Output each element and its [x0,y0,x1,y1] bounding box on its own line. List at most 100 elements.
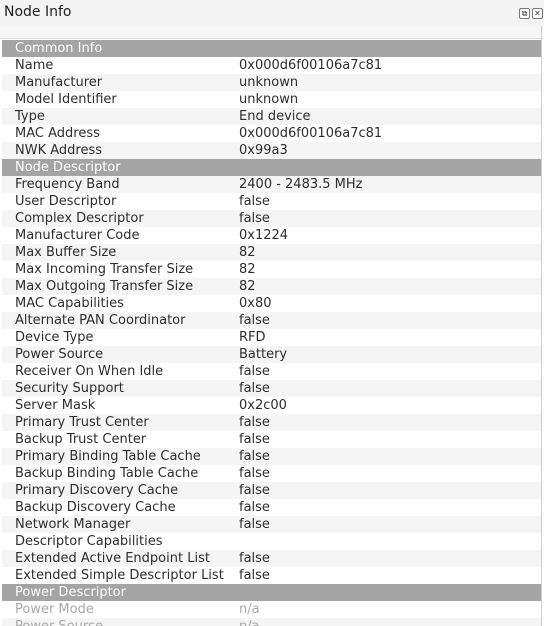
property-name: Primary Discovery Cache [15,483,179,498]
property-name: Security Support [15,381,124,396]
property-value: n/a [239,618,260,626]
property-value: false [239,415,270,430]
property-value: false [239,211,270,226]
property-row[interactable]: Max Outgoing Transfer Size 82 [2,278,541,295]
property-name: Backup Discovery Cache [15,500,176,515]
property-row[interactable]: Receiver On When Idle false [2,363,541,380]
node-info-tree: Common Info Name 0x000d6f00106a7c81 Manufac… [2,40,541,626]
property-row[interactable]: Alternate PAN Coordinator false [2,312,541,329]
property-name: Server Mask [15,398,96,413]
property-row[interactable]: Power Source Battery [2,346,541,363]
property-row[interactable]: Power Source n/a [2,618,541,626]
property-name: Primary Trust Center [15,415,149,430]
section-header[interactable]: Power Descriptor [2,584,541,601]
property-row[interactable]: Primary Discovery Cache false [2,482,541,499]
property-value: false [239,500,270,515]
property-value: n/a [239,602,260,617]
property-row[interactable]: Security Support false [2,380,541,397]
property-name: Primary Binding Table Cache [15,449,201,464]
property-name: Power Source [15,618,103,626]
property-row[interactable]: MAC Address 0x000d6f00106a7c81 [2,125,541,142]
property-value: false [239,432,270,447]
property-row[interactable]: Extended Simple Descriptor List false [2,567,541,584]
property-name: Name [15,58,54,73]
property-value: 82 [239,245,256,260]
property-row[interactable]: Descriptor Capabilities [2,533,541,550]
property-value: false [239,313,270,328]
property-name: Complex Descriptor [15,211,144,226]
property-value: 0x99a3 [239,143,288,158]
property-row[interactable]: Model Identifier unknown [2,91,541,108]
property-row[interactable]: User Descriptor false [2,193,541,210]
property-value: 0x000d6f00106a7c81 [239,58,383,73]
panel-header [0,26,543,39]
property-name: Backup Trust Center [15,432,147,447]
property-name: Power Mode [15,602,94,617]
property-name: Max Incoming Transfer Size [15,262,194,277]
property-name: Receiver On When Idle [15,364,164,379]
property-row[interactable]: Network Manager false [2,516,541,533]
property-value: RFD [239,330,266,345]
property-name: User Descriptor [15,194,117,209]
property-value: 2400 - 2483.5 MHz [239,177,363,192]
property-row[interactable]: Backup Binding Table Cache false [2,465,541,482]
property-value: 0x1224 [239,228,289,243]
property-row[interactable]: MAC Capabilities 0x80 [2,295,541,312]
section-title: Node Descriptor [15,160,121,175]
property-row[interactable]: Max Buffer Size 82 [2,244,541,261]
property-name: Network Manager [15,517,131,532]
property-name: Power Source [15,347,104,362]
property-row[interactable]: Backup Discovery Cache false [2,499,541,516]
property-value: false [239,483,270,498]
property-name: Descriptor Capabilities [15,534,163,549]
property-row[interactable]: Device Type RFD [2,329,541,346]
property-row[interactable]: Name 0x000d6f00106a7c81 [2,57,541,74]
property-row[interactable]: Complex Descriptor false [2,210,541,227]
property-name: Extended Active Endpoint List [15,551,210,566]
property-row[interactable]: Max Incoming Transfer Size 82 [2,261,541,278]
property-row[interactable]: Extended Active Endpoint List false [2,550,541,567]
property-value: 0x2c00 [239,398,287,413]
property-name: Backup Binding Table Cache [15,466,199,481]
property-value: 0x000d6f00106a7c81 [239,126,383,141]
property-row[interactable]: Manufacturer Code 0x1224 [2,227,541,244]
window-title: Node Info [4,4,72,20]
node-info-panel: Common Info Name 0x000d6f00106a7c81 Manufac… [0,26,543,626]
panel-border [541,26,542,626]
title-bar: Node Info ⧉ ✕ [0,0,544,26]
property-row[interactable]: Primary Binding Table Cache false [2,448,541,465]
property-value: false [239,449,270,464]
property-value: false [239,517,270,532]
property-name: Max Outgoing Transfer Size [15,279,194,294]
property-row[interactable]: Primary Trust Center false [2,414,541,431]
property-name: Model Identifier [15,92,117,107]
float-icon[interactable]: ⧉ [519,8,530,19]
property-row[interactable]: Power Mode n/a [2,601,541,618]
property-row[interactable]: Server Mask 0x2c00 [2,397,541,414]
section-title: Common Info [15,41,103,56]
property-name: Manufacturer [15,75,103,90]
property-name: Type [15,109,45,124]
property-row[interactable]: Backup Trust Center false [2,431,541,448]
property-name: MAC Capabilities [15,296,124,311]
property-name: NWK Address [15,143,103,158]
section-header[interactable]: Node Descriptor [2,159,541,176]
section-header[interactable]: Common Info [2,40,541,57]
property-value: false [239,381,270,396]
property-row[interactable]: Frequency Band 2400 - 2483.5 MHz [2,176,541,193]
property-row[interactable]: Type End device [2,108,541,125]
property-row[interactable]: Manufacturer unknown [2,74,541,91]
property-value: 82 [239,262,256,277]
property-name: Alternate PAN Coordinator [15,313,186,328]
property-name: Manufacturer Code [15,228,140,243]
property-name: Extended Simple Descriptor List [15,568,224,583]
property-value: 0x80 [239,296,272,311]
property-value: unknown [239,92,299,107]
property-value: Battery [239,347,288,362]
property-value: false [239,194,270,209]
section-title: Power Descriptor [15,585,126,600]
property-value: false [239,364,270,379]
property-name: Device Type [15,330,94,345]
close-icon[interactable]: ✕ [532,8,543,19]
property-row[interactable]: NWK Address 0x99a3 [2,142,541,159]
